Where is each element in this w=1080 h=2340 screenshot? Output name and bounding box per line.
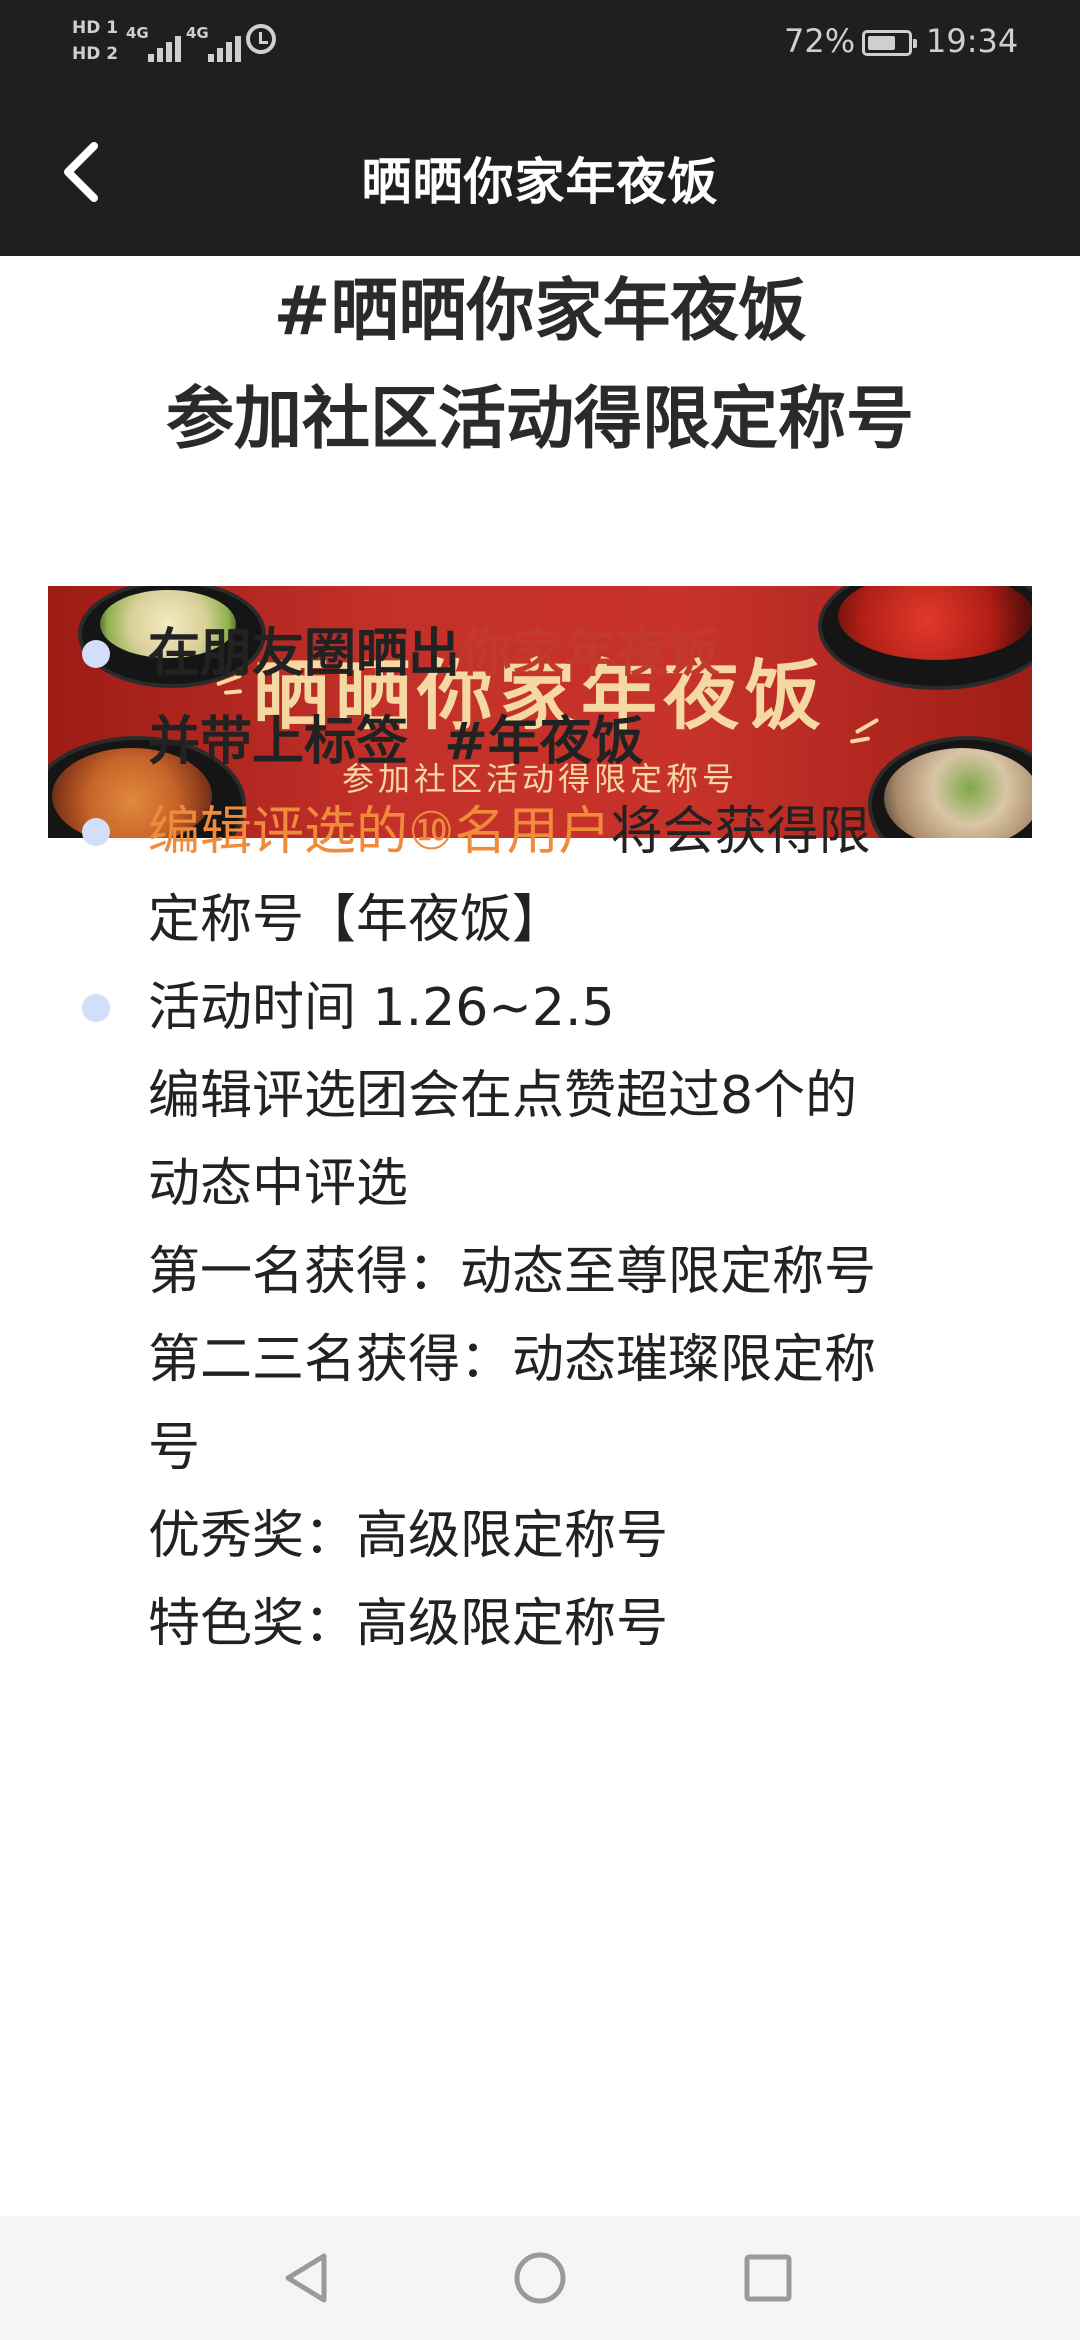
bullet-point-icon [82,994,110,1022]
sim2-label: HD 2 [72,44,119,64]
signal-icon: 4G [126,22,192,62]
battery-icon [862,30,917,56]
rule-item-1: 在朋友圈晒出你家年夜饭 并带上标签 #年夜饭 [148,610,968,786]
rule-line: 编辑评选团会在点赞超过8个的 [148,1066,858,1126]
hero-title-line2: 参加社区活动得限定称号 [165,380,914,459]
rule-item-2: 编辑评选的⑩名用户将会获得限 定称号【年夜饭】 [148,788,968,964]
bullet-point-icon [82,818,110,846]
network-type-label: 4G [186,24,209,42]
rule-text: 在朋友圈晒出 [148,624,461,684]
status-time: 19:34 [926,22,1019,60]
article-content: #晒晒你家年夜饭 参加社区活动得限定称号 晒晒你家年夜饭 参加社区活动得限定称号… [0,256,1080,2216]
signal-icon: 4G [186,22,252,62]
rule-text: 定称号【年夜饭】 [148,890,565,950]
battery-fill [868,36,895,50]
title-bar: 晒晒你家年夜饭 [0,88,1080,256]
alarm-icon [246,24,276,54]
rule-text: 将会获得限 [610,802,871,862]
highlight-text: 编辑评选的⑩名用户 [148,802,611,862]
rule-line: 第二三名获得：动态璀璨限定称 [148,1330,877,1390]
network-type-label: 4G [126,24,149,42]
rule-line: 动态中评选 [148,1154,409,1214]
sim1-label: HD 1 [72,18,119,38]
page-title: 晒晒你家年夜饭 [361,153,719,211]
circle-home-icon[interactable] [504,2242,576,2314]
square-recent-icon[interactable] [732,2242,804,2314]
battery-percent: 72% [784,22,856,60]
rule-item-3: 活动时间 1.26~2.5 编辑评选团会在点赞超过8个的 动态中评选 第一名获得… [148,964,968,1668]
bullet-point-icon [82,640,110,668]
triangle-back-icon[interactable] [272,2242,344,2314]
status-bar: HD 1 HD 2 4G 4G 72% 19:34 [0,0,1080,88]
rule-line: 第一名获得：动态至尊限定称号 [148,1242,877,1302]
highlight-text: 你家年夜饭 [460,624,721,684]
system-nav-bar [0,2216,1080,2340]
rule-line: 活动时间 1.26~2.5 [148,978,615,1038]
sim-indicator: HD 1 HD 2 [72,16,118,68]
rule-text: 并带上标签 #年夜饭 [148,712,644,772]
hero-title: #晒晒你家年夜饭 参加社区活动得限定称号 [0,258,1080,474]
rule-line: 优秀奖：高级限定称号 [148,1506,669,1566]
rule-line: 特色奖：高级限定称号 [148,1594,669,1654]
rule-line: 号 [148,1418,201,1478]
hero-title-line1: #晒晒你家年夜饭 [273,272,807,351]
